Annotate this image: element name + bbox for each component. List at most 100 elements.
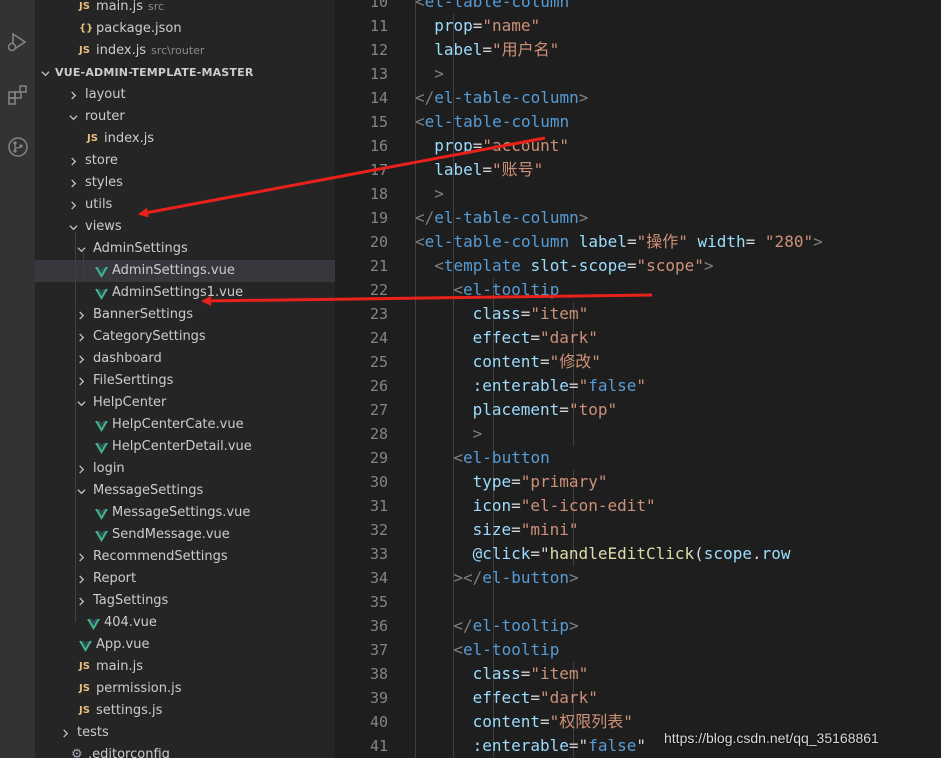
file-item-package-json[interactable]: {} package.json [35,18,335,40]
file-item-main-js[interactable]: JS main.js src [35,0,335,18]
folder-item-adminsettings[interactable]: AdminSettings [35,238,335,260]
folder-item-tagsettings[interactable]: TagSettings [35,590,335,612]
code-token: < [415,0,425,11]
code-token: :enterable [472,376,569,395]
file-item-404-vue[interactable]: 404.vue [35,612,335,634]
code-token: content [472,712,541,731]
chevron-down-icon [75,392,87,414]
js-file-icon: JS [79,1,90,12]
folder-item-styles[interactable]: styles [35,172,335,194]
code-token: > [569,568,579,587]
folder-item-messagesettings[interactable]: MessageSettings [35,480,335,502]
chevron-right-icon [75,326,87,348]
code-token: "权限列表" [549,712,633,731]
file-item-index-js[interactable]: JS index.js [35,128,335,150]
code-token: < [453,640,464,659]
code-token: handleEditClick [549,544,695,563]
code-token: > [578,208,589,227]
folder-item-layout[interactable]: layout [35,84,335,106]
chevron-right-icon [75,370,87,392]
chevron-right-icon [75,546,87,568]
file-item-editorconfig[interactable]: ⚙ .editorconfig [35,744,335,758]
line-number: 16 [369,137,388,155]
file-item-helpcenterdetail-vue[interactable]: HelpCenterDetail.vue [35,436,335,458]
file-item-settings-js[interactable]: JS settings.js [35,700,335,722]
line-number: 10 [369,0,388,11]
file-item-index-js[interactable]: JS index.js src\router [35,40,335,62]
file-name: App.vue [96,637,150,652]
folder-item-categorysettings[interactable]: CategorySettings [35,326,335,348]
file-item-messagesettings-vue[interactable]: MessageSettings.vue [35,502,335,524]
file-name: permission.js [96,681,182,696]
code-token: < [415,112,425,131]
activity-bar [0,0,35,758]
file-item-adminsettings1-vue[interactable]: AdminSettings1.vue [35,282,335,304]
file-name: HelpCenterCate.vue [112,417,244,432]
explorer-panel: JS main.js src {} package.json JS index.js src\… [35,0,335,758]
folder-item-bannersettings[interactable]: BannerSettings [35,304,335,326]
folder-item-router[interactable]: router [35,106,335,128]
file-name: HelpCenterDetail.vue [112,439,252,454]
code-line: effect="dark" [473,326,598,350]
folder-item-utils[interactable]: utils [35,194,335,216]
file-item-sendmessage-vue[interactable]: SendMessage.vue [35,524,335,546]
folder-item-dashboard[interactable]: dashboard [35,348,335,370]
chevron-right-icon [75,568,87,590]
file-path-hint: src\router [151,44,205,57]
code-editor[interactable]: 10 <el-table-column 11 prop="name" 12 label="… [335,0,941,758]
chevron-right-icon [67,150,79,172]
code-token: prop [434,136,473,155]
code-token: class [472,304,521,323]
folder-item-login[interactable]: login [35,458,335,480]
code-token: size [472,520,512,539]
code-token: = [626,256,637,275]
folder-item-tests[interactable]: tests [35,722,335,744]
vue-file-icon [95,441,108,455]
code-token: </ [415,208,435,227]
line-number: 14 [369,89,388,107]
code-token: "用户名" [492,40,560,59]
line-number: 34 [369,569,388,587]
code-token: slot-scope [520,256,627,275]
file-item-permission-js[interactable]: JS permission.js [35,678,335,700]
folder-label: CategorySettings [93,329,206,344]
file-item-helpcentercate-vue[interactable]: HelpCenterCate.vue [35,414,335,436]
folder-item-recommendsettings[interactable]: RecommendSettings [35,546,335,568]
folder-item-store[interactable]: store [35,150,335,172]
file-name: main.js [96,659,143,674]
code-token: template [443,256,521,275]
code-line: <template slot-scope="scope"> [434,254,713,278]
code-token: content [472,352,541,371]
run-debug-icon[interactable] [0,25,35,59]
file-label: index.js [104,128,154,150]
code-line: <el-table-column [415,110,569,134]
file-item-app-vue[interactable]: App.vue [35,634,335,656]
file-name: SendMessage.vue [112,527,230,542]
js-file-icon: JS [79,705,90,716]
code-line: <el-tooltip [453,638,559,662]
code-token: "mini" [520,520,579,539]
folder-item-fileserttings[interactable]: FileSerttings [35,370,335,392]
code-token: "账号" [492,160,544,179]
chevron-down-icon [75,238,87,260]
extensions-icon[interactable] [0,78,35,112]
folder-item-views[interactable]: views [35,216,335,238]
line-number: 27 [369,401,388,419]
line-number: 11 [369,17,388,35]
source-control-icon[interactable] [0,130,35,164]
line-number: 17 [369,161,388,179]
folder-item-helpcenter[interactable]: HelpCenter [35,392,335,414]
folder-label: views [85,219,122,234]
line-number: 21 [369,257,388,275]
code-token: scope [703,544,752,563]
folder-label: layout [85,87,126,102]
chevron-down-icon [67,216,79,238]
explorer-section-header[interactable]: VUE-ADMIN-TEMPLATE-MASTER [35,62,335,84]
code-line: </el-table-column> [415,206,588,230]
file-item-adminsettings-vue[interactable]: AdminSettings.vue [35,260,335,282]
file-path-hint: src [148,0,165,13]
chevron-right-icon [67,84,79,106]
folder-item-report[interactable]: Report [35,568,335,590]
code-token: false [588,736,637,755]
file-item-main-js[interactable]: JS main.js [35,656,335,678]
